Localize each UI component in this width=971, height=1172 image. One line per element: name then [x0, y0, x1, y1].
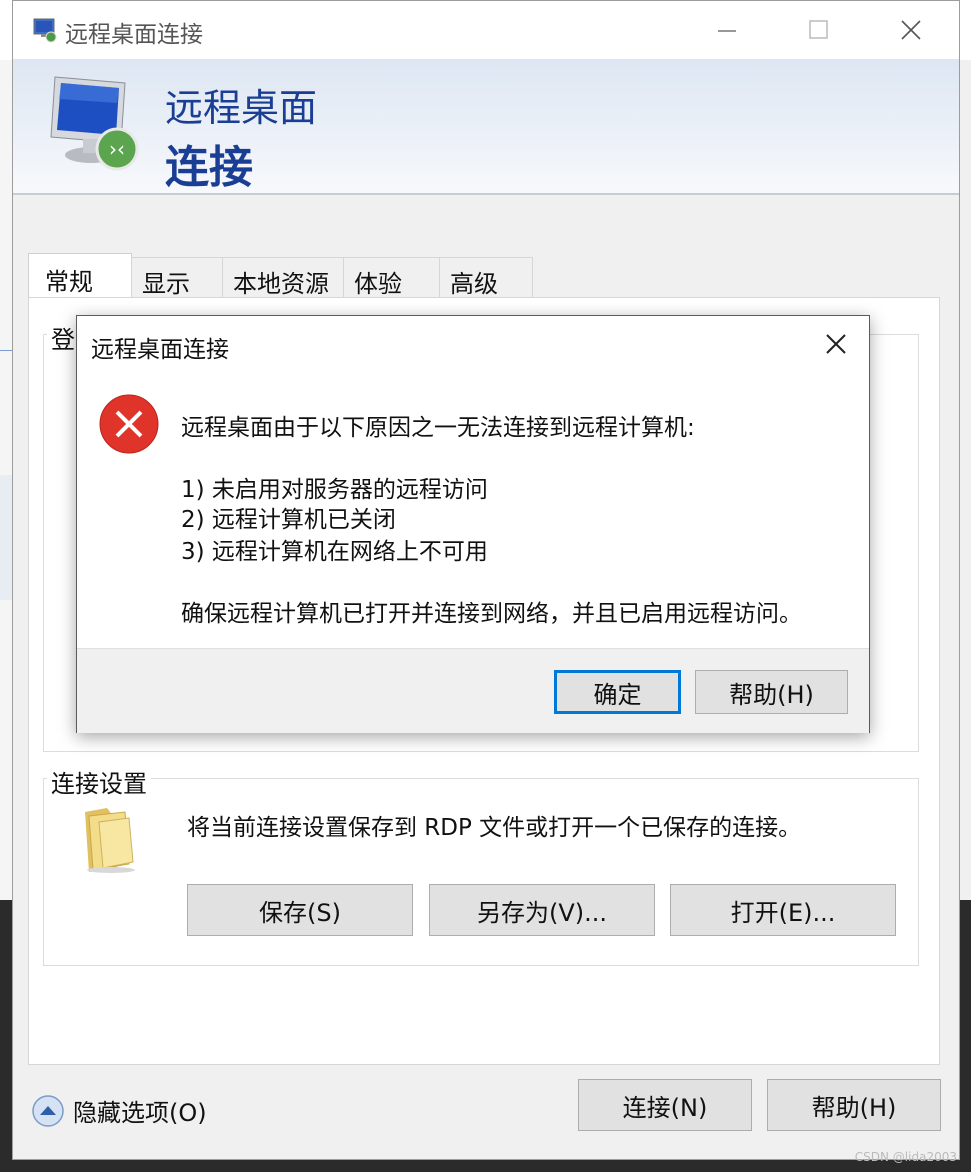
remote-desktop-app-icon [33, 18, 57, 43]
connection-settings-description: 将当前连接设置保存到 RDP 文件或打开一个已保存的连接。 [187, 815, 802, 841]
dialog-message: 远程桌面由于以下原因之一无法连接到远程计算机: [181, 415, 695, 441]
login-group-label: 登 [47, 320, 79, 355]
connection-settings-group [43, 778, 919, 966]
svg-text:›‹: ›‹ [109, 137, 125, 161]
title-bar[interactable]: 远程桌面连接 [13, 1, 959, 59]
maximize-icon [809, 20, 828, 39]
folder-icon [85, 808, 135, 873]
minimize-button[interactable] [681, 1, 773, 59]
dialog-reason-1: 1) 未启用对服务器的远程访问 [181, 477, 488, 503]
help-button[interactable]: 帮助(H) [767, 1079, 941, 1131]
tab-local-resources[interactable]: 本地资源 [222, 257, 344, 298]
hide-options-label: 隐藏选项(O) [73, 1099, 207, 1127]
save-as-button[interactable]: 另存为(V)... [429, 884, 655, 936]
minimize-icon [718, 30, 736, 32]
header-banner: ›‹ 远程桌面 连接 [13, 59, 959, 195]
error-icon [99, 394, 159, 454]
dialog-close-button[interactable] [803, 316, 869, 372]
window-title: 远程桌面连接 [65, 22, 203, 48]
dialog-title: 远程桌面连接 [91, 337, 229, 363]
close-button[interactable] [865, 1, 957, 59]
dialog-reason-3: 3) 远程计算机在网络上不可用 [181, 539, 488, 565]
open-button[interactable]: 打开(E)... [670, 884, 896, 936]
tab-experience[interactable]: 体验 [343, 257, 440, 298]
error-dialog: 远程桌面连接 远程桌面由于以下原因之一无法连接到远程计算机: 1) 未启用对服务… [76, 315, 870, 733]
dialog-reason-2: 2) 远程计算机已关闭 [181, 507, 396, 533]
maximize-button[interactable] [773, 1, 865, 59]
monitor-connection-icon: ›‹ [50, 76, 139, 171]
connect-button[interactable]: 连接(N) [578, 1079, 752, 1131]
background-page-right [960, 60, 971, 900]
connection-settings-label: 连接设置 [47, 764, 151, 799]
close-icon [901, 20, 921, 40]
chevron-up-icon [32, 1094, 64, 1127]
dialog-advice: 确保远程计算机已打开并连接到网络，并且已启用远程访问。 [181, 601, 802, 627]
watermark-text: CSDN @lida2003 [854, 1150, 957, 1164]
banner-title-line1: 远程桌面 [165, 86, 318, 130]
background-divider [0, 350, 12, 351]
hide-options-toggle[interactable]: 隐藏选项(O) [31, 1093, 207, 1128]
close-icon [826, 334, 846, 354]
banner-title-line2: 连接 [165, 142, 253, 193]
background-panel [0, 475, 12, 600]
ok-button[interactable]: 确定 [554, 670, 681, 714]
tab-display[interactable]: 显示 [131, 257, 223, 298]
tab-advanced[interactable]: 高级 [439, 257, 533, 298]
dialog-help-button[interactable]: 帮助(H) [695, 670, 848, 714]
dialog-button-bar: 确定 帮助(H) [77, 648, 869, 733]
save-button[interactable]: 保存(S) [187, 884, 413, 936]
tab-general[interactable]: 常规 [28, 253, 132, 297]
